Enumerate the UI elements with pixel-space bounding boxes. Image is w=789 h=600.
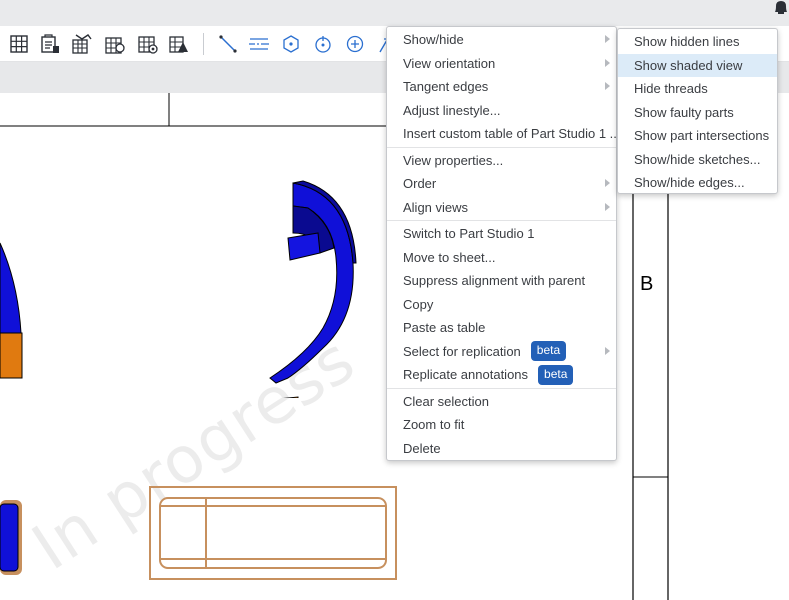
toolbar-separator — [203, 33, 204, 55]
menu-item-label: Show/hide — [403, 32, 464, 47]
menu-item-zoom-to-fit[interactable]: Zoom to fit — [387, 413, 616, 436]
menu-item-clear-selection[interactable]: Clear selection — [387, 390, 616, 413]
point-icon[interactable] — [311, 32, 335, 56]
submenu-item-label: Show hidden lines — [634, 34, 740, 49]
menu-item-label: Adjust linestyle... — [403, 102, 501, 118]
menu-item-order[interactable]: Order — [387, 172, 616, 195]
menu-item-label: Order — [403, 176, 437, 191]
submenu-item-label: Show part intersections — [634, 128, 770, 143]
menu-item-switch-to-part-studio-1[interactable]: Switch to Part Studio 1 — [387, 222, 616, 245]
submenu-arrow-icon — [605, 202, 610, 211]
beta-badge: beta — [538, 364, 574, 385]
beta-badge: beta — [530, 341, 567, 361]
menu-item-label: Paste as table — [403, 320, 486, 335]
part-view-left[interactable] — [0, 223, 30, 383]
top-bar — [0, 0, 789, 26]
part-view-top[interactable] — [148, 485, 400, 583]
part-view-isometric[interactable] — [248, 178, 358, 398]
menu-item-label: Select for replication — [403, 343, 521, 359]
table-icon[interactable] — [7, 32, 31, 56]
submenu-arrow-icon — [605, 179, 610, 187]
submenu-item-label: Show faulty parts — [634, 104, 734, 120]
menu-item-label: Tangent edges — [403, 79, 489, 94]
context-menu: Show/hide View orientation Tangent edges Ad… — [386, 26, 621, 461]
submenu-item-show-part-intersections[interactable]: Show part intersections — [618, 124, 777, 147]
submenu-item-label: Show/hide edges... — [634, 175, 745, 190]
submenu-arrow-icon — [605, 82, 610, 90]
menu-item-move-to-sheet[interactable]: Move to sheet... — [387, 246, 616, 269]
submenu-item-label: Show shaded view — [634, 57, 743, 73]
submenu-item-show-shaded-view[interactable]: Show shaded view — [618, 53, 777, 77]
submenu-item-show-faulty-parts[interactable]: Show faulty parts — [618, 101, 777, 124]
menu-separator — [387, 146, 616, 148]
revision-table-icon[interactable] — [103, 32, 127, 56]
bom-icon[interactable] — [38, 32, 62, 56]
menu-item-view-properties[interactable]: View properties... — [387, 149, 616, 172]
menu-item-label: Clear selection — [403, 393, 489, 409]
submenu-arrow-icon — [605, 346, 610, 355]
hole-table-icon[interactable] — [70, 32, 94, 56]
menu-item-insert-custom-table-of-part-studio-1[interactable]: Insert custom table of Part Studio 1 ... — [387, 122, 621, 145]
menu-item-label: Suppress alignment with parent — [403, 273, 586, 288]
menu-item-show-hide[interactable]: Show/hide — [387, 28, 616, 51]
menu-item-label: Replicate annotations — [403, 367, 529, 382]
menu-item-label: View properties... — [403, 152, 504, 168]
menu-item-adjust-linestyle[interactable]: Adjust linestyle... — [387, 99, 616, 122]
submenu-arrow-icon — [605, 35, 610, 43]
menu-item-label: View orientation — [403, 55, 496, 71]
menu-item-label: Align views — [403, 199, 469, 215]
submenu-item-show-hidden-lines[interactable]: Show hidden lines — [618, 30, 777, 53]
menu-item-tangent-edges[interactable]: Tangent edges — [387, 75, 616, 98]
menu-item-label: Copy — [403, 296, 434, 312]
centermark-icon[interactable] — [279, 32, 303, 56]
submenu-item-hide-threads[interactable]: Hide threads — [618, 77, 777, 100]
part-view-bottom-left[interactable] — [0, 498, 26, 578]
submenu-item-show-hide-edges[interactable]: Show/hide edges... — [618, 171, 777, 194]
zone-label: B — [640, 273, 654, 295]
weldment-table-icon[interactable] — [136, 32, 160, 56]
menu-item-view-orientation[interactable]: View orientation — [387, 52, 616, 75]
menu-item-delete[interactable]: Delete — [387, 437, 616, 460]
menu-item-replicate-annotations[interactable]: Replicate annotations beta — [387, 363, 616, 386]
menu-item-align-views[interactable]: Align views — [387, 196, 616, 219]
menu-item-label: Delete — [403, 440, 441, 456]
menu-item-label: Insert custom table of Part Studio 1 ... — [403, 126, 621, 141]
submenu-item-show-hide-sketches[interactable]: Show/hide sketches... — [618, 148, 777, 171]
menu-item-select-for-replication[interactable]: Select for replication beta — [387, 340, 616, 363]
menu-item-label: Zoom to fit — [403, 417, 465, 432]
menu-item-paste-as-table[interactable]: Paste as table — [387, 316, 616, 339]
inspection-table-icon[interactable] — [167, 32, 191, 56]
line-icon[interactable] — [216, 32, 240, 56]
menu-item-label: Move to sheet... — [403, 249, 496, 265]
show-hide-submenu: Show hidden lines Show shaded view Hide th… — [617, 28, 778, 194]
menu-item-copy[interactable]: Copy — [387, 293, 616, 316]
menu-separator — [387, 387, 616, 389]
submenu-arrow-icon — [605, 58, 610, 67]
menu-item-suppress-alignment-with-parent[interactable]: Suppress alignment with parent — [387, 269, 616, 292]
menu-separator — [387, 220, 616, 221]
centerline-icon[interactable] — [247, 32, 271, 56]
submenu-item-label: Hide threads — [634, 81, 708, 96]
menu-item-label: Switch to Part Studio 1 — [403, 226, 535, 241]
notification-bell-icon[interactable] — [772, 0, 789, 14]
add-circle-icon[interactable] — [343, 32, 367, 56]
submenu-item-label: Show/hide sketches... — [634, 151, 761, 167]
